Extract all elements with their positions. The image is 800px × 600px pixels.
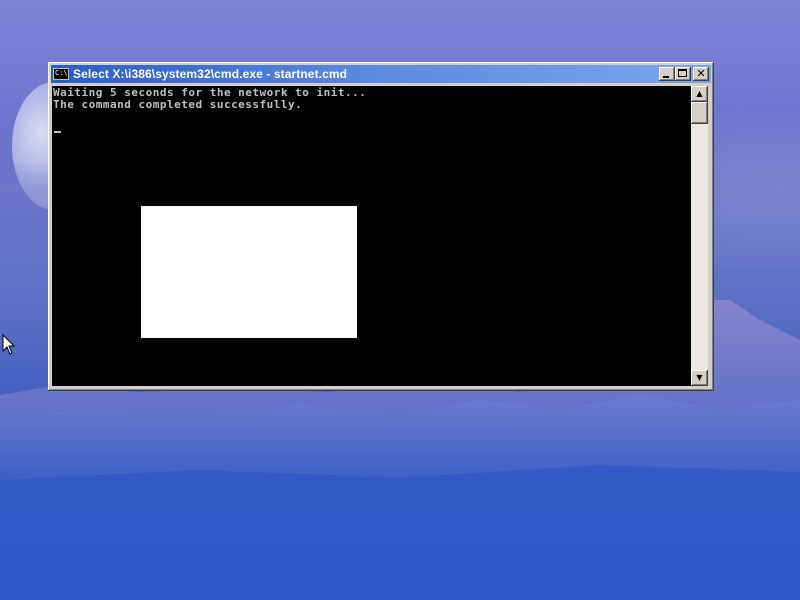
title-bar[interactable]: C:\ Select X:\i386\system32\cmd.exe - st… — [51, 65, 711, 83]
text-cursor — [54, 131, 61, 133]
maximize-button[interactable] — [675, 67, 691, 81]
white-overlay-block — [141, 206, 357, 338]
maximize-icon — [678, 69, 687, 77]
close-button[interactable]: ✕ — [693, 67, 709, 81]
vertical-scrollbar[interactable]: ▲ ▼ — [691, 86, 708, 386]
arrow-down-icon: ▼ — [696, 373, 703, 382]
console-line: The command completed successfully. — [53, 98, 303, 111]
minimize-icon — [663, 76, 669, 78]
scrollbar-thumb[interactable] — [691, 102, 708, 124]
minimize-button[interactable] — [659, 67, 675, 81]
scroll-down-button[interactable]: ▼ — [691, 370, 708, 386]
cmd-window[interactable]: C:\ Select X:\i386\system32\cmd.exe - st… — [48, 62, 714, 391]
console-output[interactable]: Waiting 5 seconds for the network to ini… — [52, 86, 691, 386]
close-icon: ✕ — [696, 67, 706, 80]
scroll-up-button[interactable]: ▲ — [691, 86, 708, 102]
mouse-cursor-icon — [2, 334, 16, 355]
cmd-app-icon[interactable]: C:\ — [53, 68, 69, 80]
window-title: Select X:\i386\system32\cmd.exe - startn… — [73, 67, 348, 81]
arrow-up-icon: ▲ — [696, 89, 703, 98]
cmd-icon-label: C:\ — [55, 69, 68, 77]
